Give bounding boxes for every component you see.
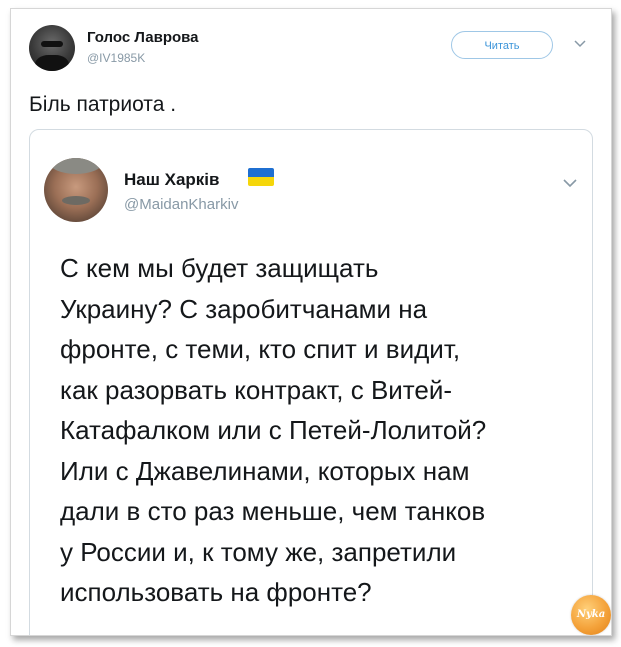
follow-button[interactable]: Читать [451, 31, 553, 59]
avatar-glasses [41, 41, 63, 47]
tweet-text: Біль патриота . [29, 93, 177, 116]
author-handle[interactable]: @IV1985K [87, 51, 145, 65]
quoted-text-line: у России и, к тому же, запретили [60, 536, 457, 567]
quoted-author-handle[interactable]: @MaidanKharkiv [124, 196, 238, 213]
quoted-text-line: фронте, с теми, кто спит и видит, [60, 334, 461, 364]
quoted-text-line: Украину? С заробитчанами на [60, 293, 428, 324]
quoted-tweet-card[interactable]: Наш Харків @MaidanKharkiv С кем мы будет… [29, 129, 593, 635]
quoted-text-line: С кем мы будет защищать [60, 253, 379, 283]
avatar[interactable] [29, 25, 75, 71]
quoted-author-name[interactable]: Наш Харків [124, 170, 219, 190]
avatar[interactable] [44, 158, 108, 222]
tweet-screenshot-frame: Голос Лаврова @IV1985K Читать Біль патри… [10, 8, 612, 636]
chevron-down-icon[interactable] [573, 39, 587, 49]
quoted-text-line: использовать на фронте? [60, 577, 372, 607]
author-name[interactable]: Голос Лаврова [87, 29, 199, 46]
avatar-hair [50, 158, 102, 174]
quoted-text-line: Катафалком или с Петей-Лолитой? [60, 415, 487, 445]
ukraine-flag-icon [248, 168, 274, 186]
chevron-down-icon[interactable] [562, 178, 578, 189]
watermark-logo: Nyka [571, 595, 611, 635]
quoted-text-line: как разорвать контракт, с Витей- [60, 374, 453, 405]
quoted-text-line: Или с Джавелинами, которых нам [60, 455, 470, 486]
quoted-tweet-text: С кем мы будет защищать Украину? С зароб… [60, 248, 580, 613]
avatar-body [35, 55, 69, 71]
avatar-mustache [62, 196, 90, 205]
quoted-text-line: дали в сто раз меньше, чем танков [60, 496, 486, 526]
